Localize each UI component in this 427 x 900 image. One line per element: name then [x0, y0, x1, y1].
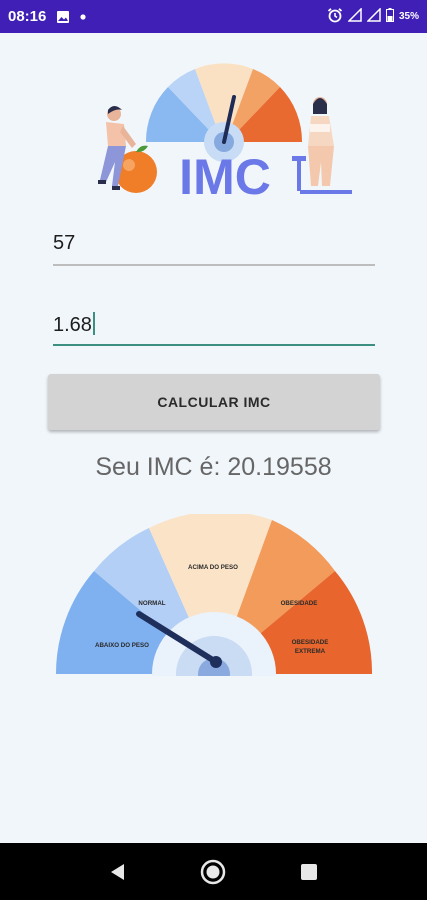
text-cursor — [92, 312, 95, 335]
weight-input[interactable]: 57 — [53, 230, 375, 266]
navigation-bar — [0, 843, 427, 900]
dot-icon — [80, 13, 86, 20]
hero-gauge — [145, 63, 303, 162]
label-extreme-line2: EXTREMA — [295, 648, 326, 655]
weight-underline — [53, 264, 375, 266]
height-underline — [53, 344, 375, 346]
status-bar: 08:16 35% — [0, 0, 427, 33]
hero-illustration: IMC — [68, 62, 360, 205]
hero-svg: IMC — [98, 63, 352, 205]
calculate-button[interactable]: CALCULAR IMC — [48, 374, 380, 430]
signal-icon — [347, 7, 362, 25]
weight-value: 57 — [53, 232, 76, 254]
label-normal: NORMAL — [138, 600, 165, 607]
hero-title: IMC — [179, 149, 271, 202]
label-extreme-line1: OBESIDADE — [292, 639, 329, 646]
recents-icon[interactable] — [289, 852, 329, 892]
battery-icon — [385, 8, 394, 25]
bmi-gauge: ABAIXO DO PESO NORMAL ACIMA DO PESO OBES… — [55, 511, 373, 736]
height-value: 1.68 — [53, 314, 92, 336]
label-obesity: OBESIDADE — [281, 600, 318, 607]
woman-right-figure — [308, 97, 334, 186]
signal-icon-2 — [366, 7, 381, 25]
alarm-icon — [327, 7, 343, 26]
label-overweight: ACIMA DO PESO — [188, 564, 238, 571]
label-underweight: ABAIXO DO PESO — [95, 642, 149, 649]
gauge-svg: ABAIXO DO PESO NORMAL ACIMA DO PESO OBES… — [55, 511, 373, 736]
bmi-result: Seu IMC é: 20.19558 — [95, 453, 332, 481]
back-icon[interactable] — [98, 852, 138, 892]
image-icon — [56, 10, 70, 24]
status-time: 08:16 — [8, 8, 47, 25]
battery-percent: 35% — [398, 11, 419, 22]
home-icon[interactable] — [193, 852, 233, 892]
height-input[interactable]: 1.68 — [53, 310, 375, 346]
